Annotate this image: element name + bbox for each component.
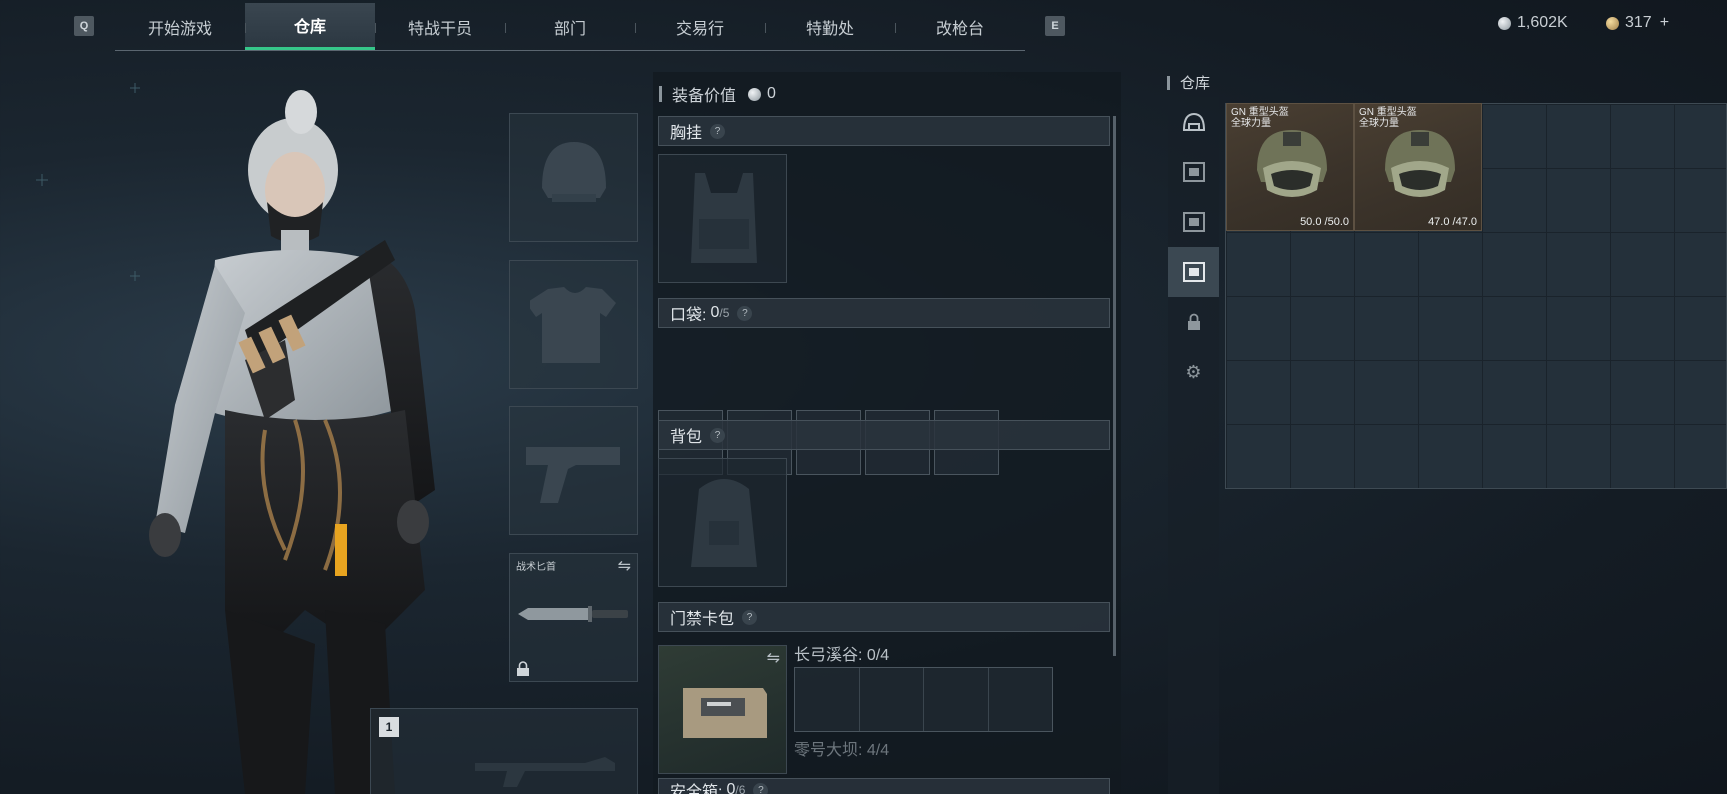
body-armor-placeholder-icon [530,287,616,363]
pocket-header: 口袋: 0/5 ? [658,298,1110,328]
pistol-placeholder-icon [526,447,620,503]
safebox-help-icon[interactable]: ? [753,782,769,794]
keycard-map-1: 长弓溪谷: 0/4 [794,647,890,664]
item-durability: 47.0 /47.0 [1428,216,1477,228]
backpack-placeholder-icon [691,479,757,567]
warehouse-grid-icon [1182,212,1205,232]
tab-start-game[interactable]: 开始游戏 [115,3,245,50]
chest-rig-placeholder-icon [691,173,757,263]
item-durability: 50.0 /50.0 [1300,216,1349,228]
safebox-capacity: /6 [735,783,746,794]
keycard-slot[interactable] [859,668,924,731]
chest-rig-header: 胸挂 ? [658,116,1110,146]
warehouse-grid-icon [1182,262,1205,282]
tab-operators[interactable]: 特战干员 [375,3,505,50]
slot-number-badge: 1 [379,717,399,737]
backpack-header: 背包 ? [658,420,1110,450]
heavy-helmet-icon [1385,130,1455,197]
keycard-help-icon[interactable]: ? [742,609,758,625]
tab-gunsmith[interactable]: 改枪台 [895,3,1025,50]
melee-slot-label: 战术匕首 [516,562,556,573]
equipment-value-label: 装备价值 [672,88,737,105]
item-name: GN 重型头盔 [1359,107,1417,118]
warehouse-title: 仓库 [1180,75,1211,92]
pocket-help-icon[interactable]: ? [737,305,753,321]
helmet-slot[interactable] [509,113,638,242]
silver-coin-icon [1498,16,1511,30]
chest-rig-help-icon[interactable]: ? [710,123,726,139]
value-coin-icon [748,87,762,101]
silver-amount: 1,602K [1517,14,1568,31]
loadout-scrollbar[interactable] [1113,116,1116,656]
add-currency-button[interactable]: + [1660,14,1669,32]
safebox-header: 安全箱: 0/6 ? [658,778,1110,794]
keycard-map-2: 零号大坝: 4/4 [794,742,890,759]
keycard-slots [794,667,1053,732]
keycard-header: 门禁卡包 ? [658,602,1110,632]
tab-department[interactable]: 部门 [505,3,635,50]
top-navigation-bar: Q 开始游戏 仓库 特战干员 部门 交易行 特勤处 改枪台 E 1,602K 3… [0,0,1727,56]
warehouse-header: 仓库 [1167,72,1210,93]
warehouse-page-2-button[interactable] [1168,197,1219,247]
warehouse-page-3-button[interactable] [1168,247,1219,297]
gold-amount: 317 [1625,14,1652,31]
keycard-slot[interactable] [988,668,1052,731]
tab-special-service[interactable]: 特勤处 [765,3,895,50]
pistol-slot[interactable] [509,406,638,535]
gear-icon: ⚙ [1185,361,1202,382]
locked-page-button[interactable] [1168,297,1219,347]
silver-currency: 1,602K [1498,14,1568,32]
tab-market[interactable]: 交易行 [635,3,765,50]
lock-icon [1187,313,1200,330]
equipment-value: 装备价值 0 [659,82,776,106]
heavy-helmet-icon [1257,130,1327,197]
helmet-filter-icon [1182,112,1205,131]
keycard-slot[interactable] [924,668,989,731]
warehouse-item-helmet[interactable]: GN 重型头盔 全球力量 47.0 /47.0 [1354,103,1482,231]
swap-icon[interactable]: ⇋ [618,556,631,576]
keycard-slot[interactable] [795,668,860,731]
primary-weapon-slot[interactable]: 1 [370,708,638,794]
key-hint-q: Q [74,16,94,36]
keycard-wallet-slot[interactable]: ⇋ [658,645,787,774]
helmet-placeholder-icon [542,142,606,202]
melee-slot[interactable]: 战术匕首 ⇋ [509,553,638,682]
backpack-help-icon[interactable]: ? [710,427,726,443]
tab-warehouse[interactable]: 仓库 [245,3,375,50]
swap-icon[interactable]: ⇋ [767,648,780,668]
gold-coin-icon [1606,16,1619,30]
lock-icon [517,661,529,676]
main-tabs: 开始游戏 仓库 特战干员 部门 交易行 特勤处 改枪台 [115,3,1025,51]
gold-currency[interactable]: 317 + [1606,14,1669,32]
warehouse-settings-button[interactable]: ⚙ [1168,347,1219,397]
warehouse-page-1-button[interactable] [1168,147,1219,197]
chest-rig-label: 胸挂 [670,125,703,142]
pocket-label: 口袋: [670,307,707,324]
warehouse-item-helmet[interactable]: GN 重型头盔 全球力量 50.0 /50.0 [1226,103,1354,231]
key-hint-e: E [1045,16,1065,36]
tactical-knife-icon [518,606,628,622]
backpack-label: 背包 [670,429,703,446]
rifle-placeholder-icon [475,757,615,787]
keycard-label: 门禁卡包 [670,611,735,628]
armor-slot[interactable] [509,260,638,389]
keycard-wallet-icon [683,688,767,738]
pocket-capacity: /5 [719,306,730,320]
loadout-panel: 装备价值 0 胸挂 ? 口袋: 0/5 ? 背包 ? 门禁卡包 ? ⇋ 长弓溪谷… [653,72,1121,794]
operator-character-model [149,90,435,794]
warehouse-sidebar: ⚙ [1168,97,1219,794]
equipment-value-amount: 0 [767,85,776,102]
filter-helmet-button[interactable] [1168,97,1219,147]
safebox-label: 安全箱: [670,784,723,794]
chest-rig-slot[interactable] [658,154,787,283]
backpack-slot[interactable] [658,458,787,587]
warehouse-grid-icon [1182,162,1205,182]
item-name: GN 重型头盔 [1231,107,1289,118]
